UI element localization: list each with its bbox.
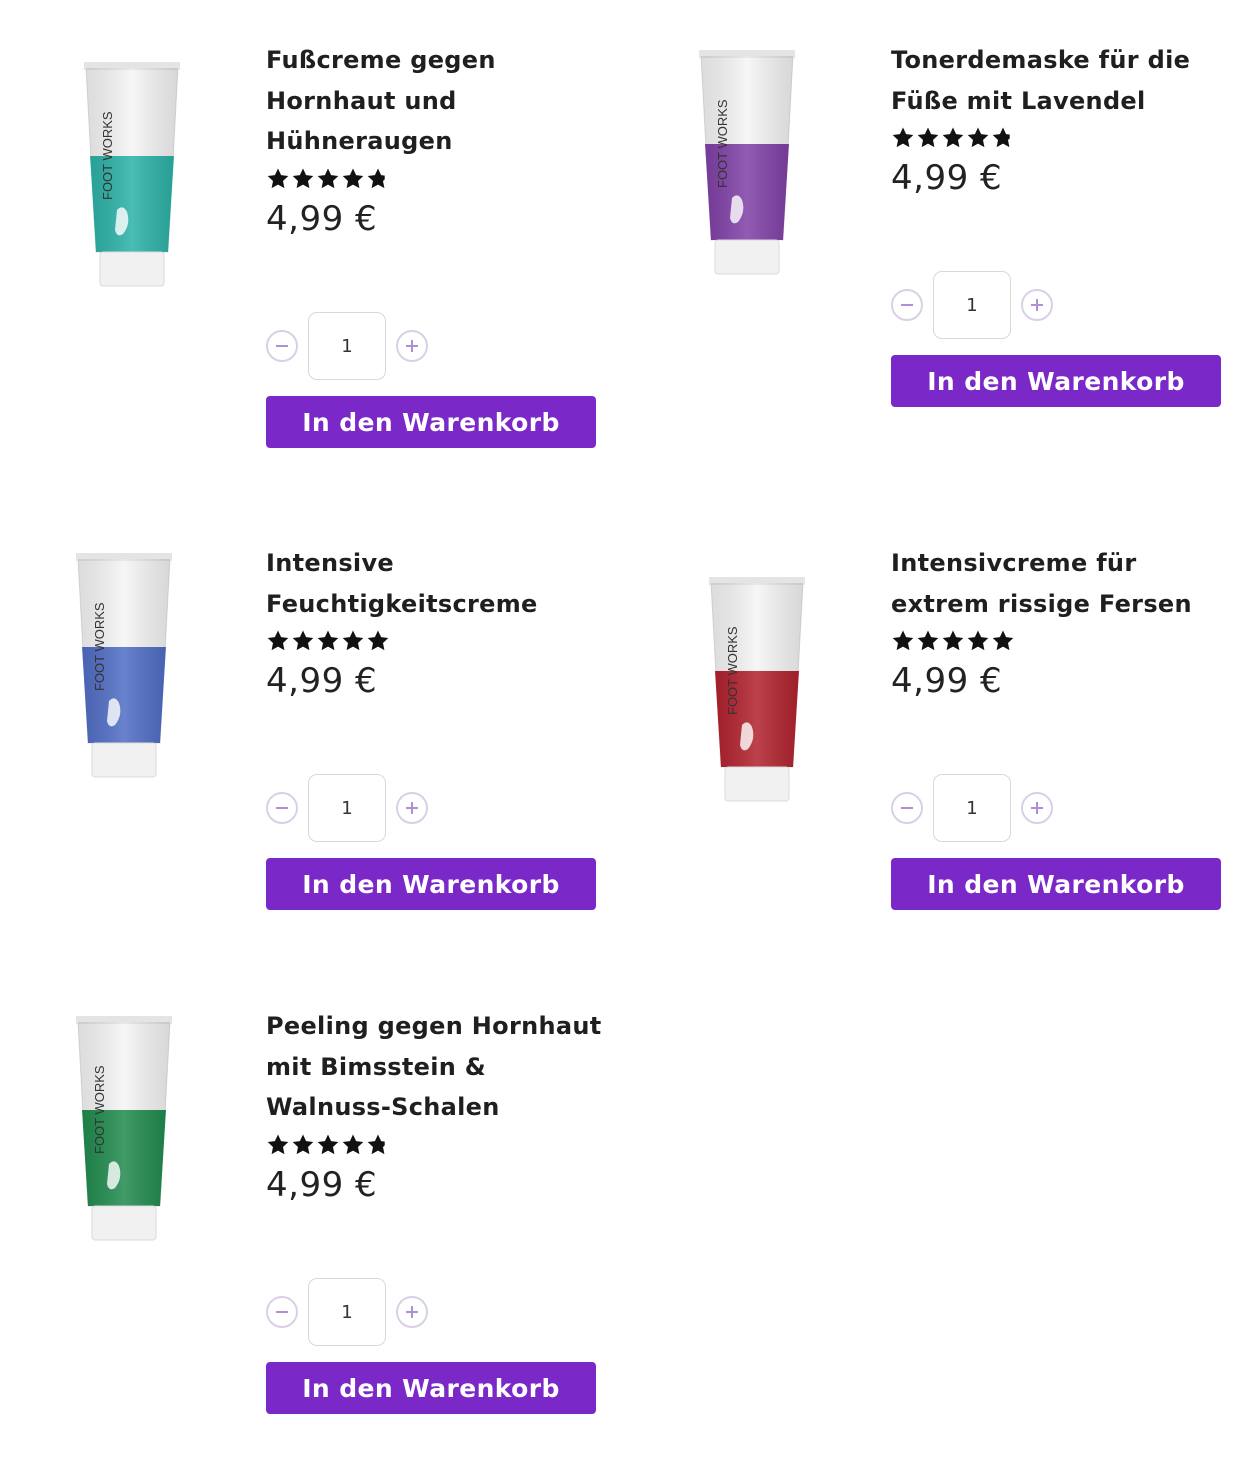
quantity-stepper	[266, 774, 428, 842]
product-title-line: Hühneraugen	[266, 127, 453, 155]
product-title-line: Tonerdemaske für die	[891, 46, 1191, 74]
star-icon	[942, 127, 964, 148]
product-title-line: mit Bimsstein &	[266, 1052, 487, 1081]
product-title-line: Walnuss-Schalen	[266, 1093, 500, 1121]
star-icon	[967, 630, 989, 651]
product-title-line: Füße mit Lavendel	[891, 86, 1146, 115]
star-rating	[891, 626, 1250, 656]
product-title-line: Hornhaut und	[266, 86, 457, 115]
plus-icon[interactable]	[1021, 792, 1053, 824]
quantity-stepper	[266, 1278, 428, 1346]
product-card: FOOT WORKS Tonerdemaske für die Füße mit…	[685, 40, 1250, 460]
product-image[interactable]: FOOT WORKS	[697, 48, 827, 298]
quantity-input[interactable]	[308, 312, 386, 380]
product-title[interactable]: Tonerdemaske für die Füße mit Lavendel	[891, 40, 1250, 121]
plus-icon[interactable]	[396, 792, 428, 824]
product-image[interactable]: FOOT WORKS	[82, 60, 212, 310]
product-price: 4,99 €	[891, 661, 1003, 701]
star-rating	[891, 123, 1250, 153]
star-icon	[267, 168, 289, 188]
minus-icon[interactable]	[266, 1296, 298, 1328]
product-title-line: Feuchtigkeitscreme	[266, 589, 538, 618]
plus-icon[interactable]	[396, 1296, 428, 1328]
product-title-line: Intensive	[266, 549, 394, 577]
product-price: 4,99 €	[891, 158, 1003, 198]
star-icon	[992, 630, 1014, 651]
star-rating	[266, 626, 626, 656]
svg-text:FOOT WORKS: FOOT WORKS	[100, 111, 115, 200]
product-card: FOOT WORKS Fußcreme gegen Hornhaut und H…	[60, 40, 660, 460]
star-icon	[892, 630, 914, 651]
star-icon	[342, 168, 364, 188]
product-title-line: Intensivcreme für	[891, 549, 1137, 577]
product-card: FOOT WORKS Intensive Feuchtigkeitscreme …	[60, 543, 660, 963]
plus-icon[interactable]	[396, 330, 428, 362]
quantity-input[interactable]	[933, 271, 1011, 339]
star-icon	[292, 630, 314, 651]
star-icon	[942, 630, 964, 651]
minus-icon[interactable]	[891, 792, 923, 824]
product-title-line: Fußcreme gegen	[266, 46, 496, 74]
add-to-cart-button[interactable]: In den Warenkorb	[266, 396, 596, 448]
star-icon	[917, 127, 939, 148]
add-to-cart-button[interactable]: In den Warenkorb	[266, 1362, 596, 1414]
plus-icon[interactable]	[1021, 289, 1053, 321]
star-icon	[267, 1134, 289, 1154]
star-icon	[317, 1134, 339, 1154]
svg-text:FOOT WORKS: FOOT WORKS	[715, 99, 730, 188]
add-to-cart-button[interactable]: In den Warenkorb	[266, 858, 596, 910]
star-icon	[967, 127, 989, 148]
star-icon	[292, 1134, 314, 1154]
product-image[interactable]: FOOT WORKS	[74, 551, 204, 801]
star-icon	[892, 127, 914, 148]
quantity-stepper	[891, 271, 1053, 339]
add-to-cart-button[interactable]: In den Warenkorb	[891, 858, 1221, 910]
star-half-icon	[367, 168, 385, 188]
product-image[interactable]: FOOT WORKS	[707, 575, 837, 825]
star-icon	[317, 168, 339, 188]
minus-icon[interactable]	[891, 289, 923, 321]
star-icon	[342, 630, 364, 651]
star-rating	[266, 164, 626, 194]
star-icon	[317, 630, 339, 651]
product-title[interactable]: Fußcreme gegen Hornhaut und Hühneraugen	[266, 40, 626, 162]
product-card: FOOT WORKS Peeling gegen Hornhaut mit Bi…	[60, 1006, 660, 1426]
quantity-stepper	[891, 774, 1053, 842]
svg-text:FOOT WORKS: FOOT WORKS	[92, 1065, 107, 1154]
star-half-icon	[992, 127, 1010, 148]
quantity-stepper	[266, 312, 428, 380]
product-title[interactable]: Intensive Feuchtigkeitscreme	[266, 543, 626, 624]
product-price: 4,99 €	[266, 1164, 378, 1205]
product-info: Intensive Feuchtigkeitscreme 4,99 €	[266, 543, 626, 704]
star-rating	[266, 1130, 626, 1160]
minus-icon[interactable]	[266, 792, 298, 824]
minus-icon[interactable]	[266, 330, 298, 362]
product-image[interactable]: FOOT WORKS	[74, 1014, 204, 1264]
star-icon	[917, 630, 939, 651]
star-icon	[342, 1134, 364, 1154]
product-info: Fußcreme gegen Hornhaut und Hühneraugen …	[266, 40, 626, 242]
product-info: Intensivcreme für extrem rissige Fersen …	[891, 543, 1250, 704]
product-price: 4,99 €	[266, 198, 378, 239]
product-title-line: extrem rissige Fersen	[891, 589, 1192, 618]
product-card: FOOT WORKS Intensivcreme für extrem riss…	[685, 543, 1250, 963]
star-icon	[292, 168, 314, 188]
product-title[interactable]: Intensivcreme für extrem rissige Fersen	[891, 543, 1250, 624]
star-icon	[267, 630, 289, 651]
svg-text:FOOT WORKS: FOOT WORKS	[725, 626, 740, 715]
quantity-input[interactable]	[308, 774, 386, 842]
star-icon	[367, 630, 389, 651]
product-info: Tonerdemaske für die Füße mit Lavendel 4…	[891, 40, 1250, 201]
add-to-cart-button[interactable]: In den Warenkorb	[891, 355, 1221, 407]
svg-text:FOOT WORKS: FOOT WORKS	[92, 602, 107, 691]
quantity-input[interactable]	[933, 774, 1011, 842]
quantity-input[interactable]	[308, 1278, 386, 1346]
product-title[interactable]: Peeling gegen Hornhaut mit Bimsstein & W…	[266, 1006, 626, 1128]
product-price: 4,99 €	[266, 661, 378, 701]
star-half-icon	[367, 1134, 385, 1154]
product-title-line: Peeling gegen Hornhaut	[266, 1012, 602, 1040]
product-info: Peeling gegen Hornhaut mit Bimsstein & W…	[266, 1006, 626, 1208]
